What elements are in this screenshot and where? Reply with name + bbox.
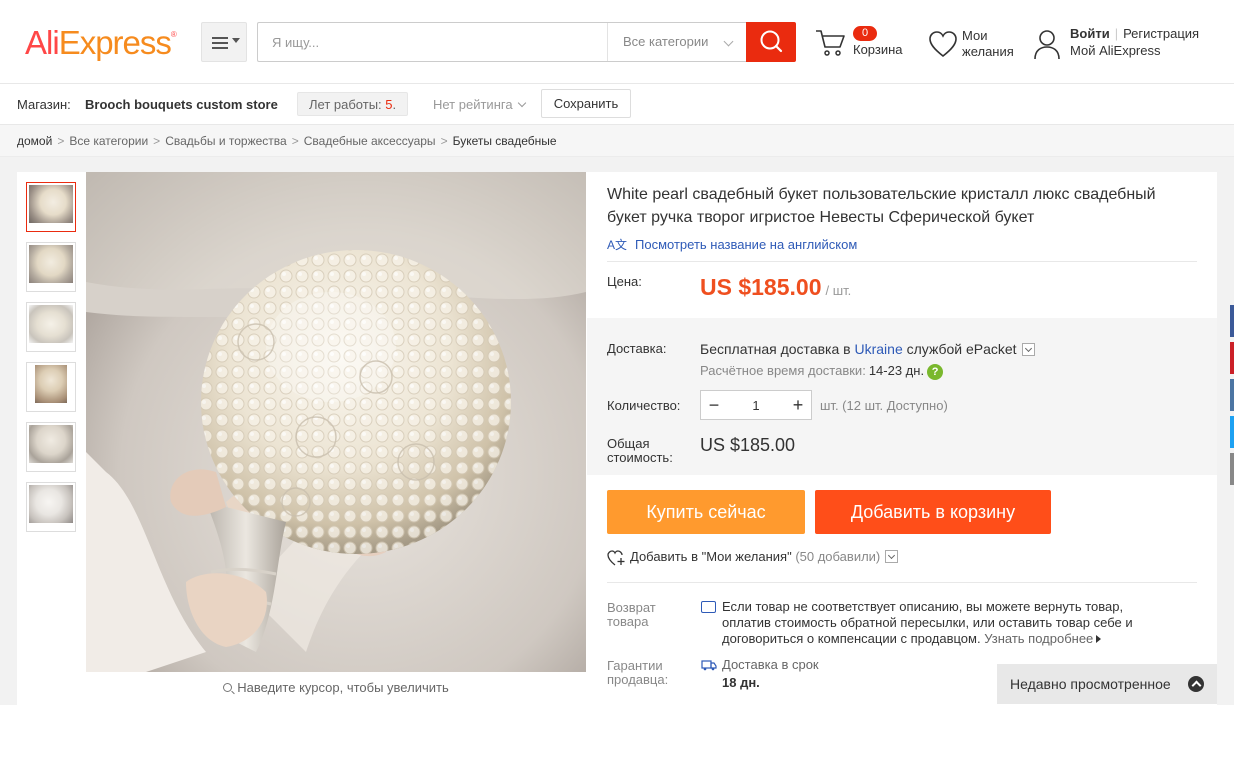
store-rating-dropdown[interactable]: Нет рейтинга — [433, 97, 526, 112]
return-label: Возврат товара — [607, 600, 656, 629]
store-years-badge: Лет работы: 5. — [297, 92, 409, 116]
shipping-option[interactable]: Бесплатная доставка в Ukraine службой eP… — [700, 341, 1035, 357]
thumbnail-1[interactable] — [26, 182, 76, 232]
more-share-icon[interactable] — [1230, 453, 1234, 485]
search-bar: Все категории — [257, 22, 796, 62]
categories-menu-button[interactable] — [201, 22, 247, 62]
wishlist-link[interactable]: Мои желания — [928, 26, 1023, 66]
thumbnail-2[interactable] — [26, 242, 76, 292]
price-label: Цена: — [607, 274, 642, 289]
search-input[interactable] — [258, 23, 606, 61]
increase-quantity-button[interactable]: + — [785, 391, 811, 419]
aliexpress-logo[interactable]: AliExpress® — [25, 24, 177, 62]
chevron-down-icon[interactable] — [885, 550, 899, 564]
product-price: US $185.00/ шт. — [700, 274, 852, 300]
site-header: AliExpress® Все категории 0 Корзина Моиж… — [0, 0, 1234, 84]
store-name-link[interactable]: Brooch bouquets custom store — [85, 97, 278, 112]
total-price: US $185.00 — [700, 435, 796, 455]
delivery-estimate: Расчётное время доставки: 14-23 дн.? — [700, 363, 944, 380]
add-to-wishlist[interactable]: Добавить в "Мои желания" (50 добавили) — [607, 549, 899, 566]
breadcrumb: домой > Все категории > Свадьбы и торжества >… — [0, 125, 1234, 157]
chevron-down-icon[interactable] — [1021, 342, 1035, 356]
product-title: White pearl свадебный букет пользователь… — [607, 186, 1156, 226]
twitter-share-icon[interactable] — [1230, 416, 1234, 448]
divider — [607, 261, 1197, 262]
cart-count-badge: 0 — [853, 26, 877, 41]
search-category-select[interactable]: Все категории — [607, 23, 746, 61]
my-aliexpress-link[interactable]: Мой AliExpress — [1070, 43, 1161, 58]
return-icon — [701, 601, 716, 613]
zoom-hint: Наведите курсор, чтобы увеличить — [86, 680, 586, 695]
wishlist-label-1: Мои — [962, 28, 988, 43]
cart-link[interactable]: 0 Корзина — [815, 26, 910, 62]
search-icon — [760, 30, 783, 53]
return-policy-text: Если товар не соответствует описанию, вы… — [722, 599, 1133, 646]
caret-right-icon — [1096, 635, 1102, 643]
shipping-country[interactable]: Ukraine — [854, 341, 902, 357]
thumbnail-5[interactable] — [26, 422, 76, 472]
translate-title-link[interactable]: A文 Посмотреть название на английском — [607, 236, 857, 253]
translate-icon: A文 — [607, 238, 628, 252]
quantity-label: Количество: — [607, 398, 681, 413]
magnifier-icon — [223, 683, 233, 692]
learn-more-link[interactable]: Узнать подробнее — [984, 631, 1093, 646]
shipping-label: Доставка: — [607, 341, 667, 356]
vk-share-icon[interactable] — [1230, 379, 1234, 411]
caret-down-icon — [232, 38, 240, 43]
guarantee-label: Гарантии продавца: — [607, 658, 669, 687]
guarantee-days: 18 дн. — [722, 675, 760, 690]
main-product-image[interactable] — [86, 172, 586, 672]
thumbnail-list — [26, 182, 78, 542]
cart-icon — [816, 30, 845, 56]
delivery-truck-icon — [701, 660, 717, 671]
decrease-quantity-button[interactable]: − — [701, 391, 727, 419]
quantity-stepper: − + — [700, 390, 812, 420]
save-store-button[interactable]: Сохранить — [541, 89, 631, 118]
chevron-down-icon — [723, 36, 734, 47]
add-to-cart-button[interactable]: Добавить в корзину — [815, 490, 1051, 534]
total-label: Общая стоимость: — [607, 436, 673, 465]
recently-viewed-toggle[interactable]: Недавно просмотренное — [997, 664, 1217, 704]
quantity-input[interactable] — [727, 391, 785, 419]
chevron-up-icon — [1188, 676, 1204, 692]
breadcrumb-weddings[interactable]: Свадьбы и торжества — [165, 134, 287, 148]
cart-label: Корзина — [853, 42, 903, 57]
thumbnail-6[interactable] — [26, 482, 76, 532]
heart-icon — [929, 31, 957, 58]
quantity-available: шт. (12 шт. Доступно) — [820, 398, 948, 413]
wishlist-count: (50 добавили) — [795, 549, 881, 564]
breadcrumb-current: Букеты свадебные — [452, 134, 557, 148]
breadcrumb-wedding-accessories[interactable]: Свадебные аксессуары — [304, 134, 436, 148]
guarantee-delivery-on-time: Доставка в срок — [722, 657, 819, 672]
thumbnail-3[interactable] — [26, 302, 76, 352]
buy-now-button[interactable]: Купить сейчас — [607, 490, 805, 534]
heart-plus-icon — [607, 549, 625, 566]
register-link[interactable]: Регистрация — [1123, 26, 1199, 41]
facebook-share-icon[interactable] — [1230, 305, 1234, 337]
help-icon[interactable]: ? — [927, 363, 944, 380]
thumbnail-4[interactable] — [26, 362, 76, 412]
wishlist-label-2: желания — [962, 44, 1014, 59]
bouquet-photo — [86, 172, 586, 672]
chevron-down-icon — [517, 98, 526, 108]
store-bar: Магазин: Brooch bouquets custom store Ле… — [0, 84, 1234, 125]
search-button[interactable] — [746, 22, 796, 62]
user-icon — [1034, 30, 1060, 60]
pinterest-share-icon[interactable] — [1230, 342, 1234, 374]
breadcrumb-all-categories[interactable]: Все категории — [69, 134, 148, 148]
breadcrumb-home[interactable]: домой — [17, 134, 52, 148]
menu-icon — [212, 37, 228, 49]
login-link[interactable]: Войти — [1070, 26, 1110, 41]
store-label: Магазин: — [17, 97, 71, 112]
divider — [607, 582, 1197, 583]
account-area: Войти | Регистрация Мой AliExpress — [1033, 26, 1228, 66]
